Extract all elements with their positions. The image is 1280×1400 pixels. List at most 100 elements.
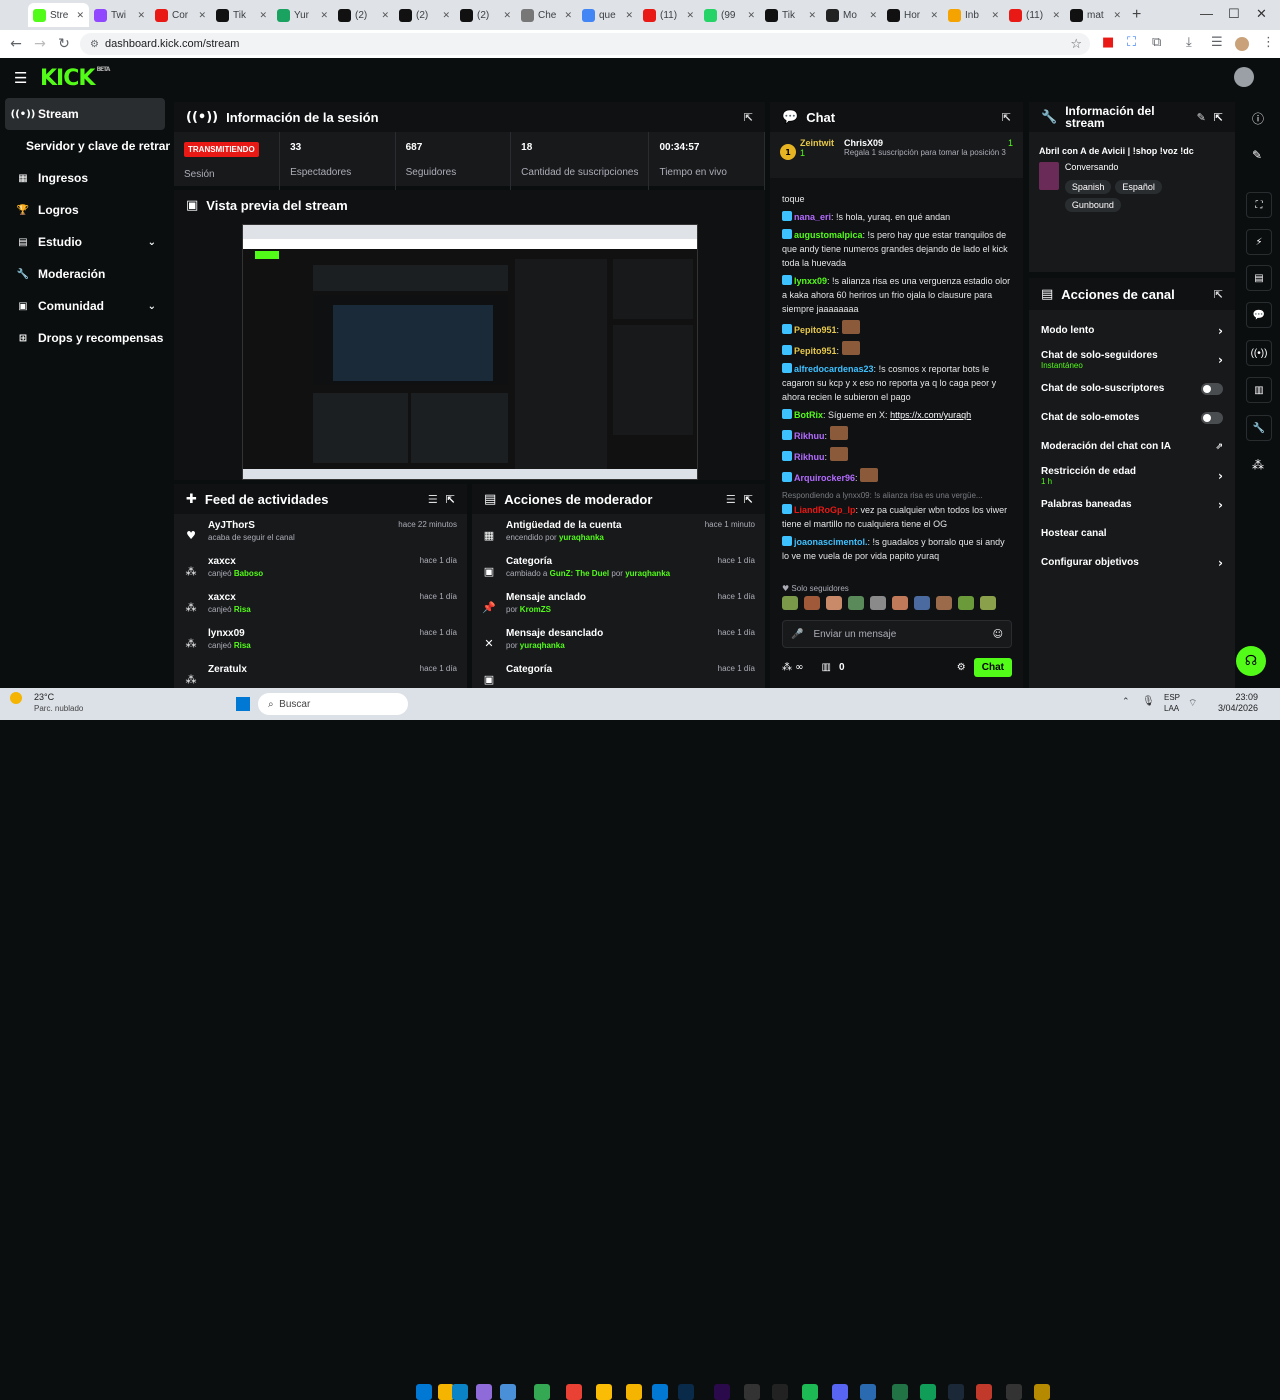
chat-message[interactable]: joaonascimentol.: !s guadalos y borralo …	[770, 533, 1023, 565]
help-headset-icon[interactable]: ☊	[1236, 646, 1266, 676]
network-icon[interactable]: ⌔	[1188, 697, 1197, 710]
browser-tab[interactable]: (2) ✕	[333, 3, 394, 27]
tab-close-icon[interactable]: ✕	[76, 10, 84, 21]
chat-username[interactable]: BotRix	[794, 410, 823, 420]
obs-icon[interactable]	[744, 1384, 760, 1400]
tab-close-icon[interactable]: ✕	[503, 10, 511, 21]
browser-tab[interactable]: que ✕	[577, 3, 638, 27]
tab-close-icon[interactable]: ✕	[442, 10, 450, 21]
browser-tab[interactable]: (11) ✕	[638, 3, 699, 27]
chat-message[interactable]: nana_eri: !s hola, yuraq. en qué andan	[770, 208, 1023, 226]
toggle-switch[interactable]	[1201, 411, 1223, 424]
sidebar-item[interactable]: ▣ Comunidad ⌄	[0, 290, 170, 322]
chrome-icon[interactable]	[534, 1384, 550, 1400]
tab-close-icon[interactable]: ✕	[320, 10, 328, 21]
chat-username[interactable]: Arquirocker96	[794, 473, 855, 483]
app-icon[interactable]	[772, 1384, 788, 1400]
stream-tag[interactable]: Spanish	[1064, 180, 1112, 194]
chevron-right-icon[interactable]: ›	[1218, 353, 1223, 367]
notepad-icon[interactable]	[500, 1384, 516, 1400]
microphone-icon[interactable]: 🎤	[791, 629, 803, 640]
send-chat-button[interactable]: Chat	[973, 657, 1012, 677]
translate-icon[interactable]: ⛶	[1127, 35, 1136, 50]
tab-close-icon[interactable]: ✕	[991, 10, 999, 21]
tab-close-icon[interactable]: ✕	[747, 10, 755, 21]
activity-user[interactable]: xaxcx	[208, 592, 251, 603]
taskbar-search[interactable]: ⌕ Buscar	[258, 693, 408, 715]
photoshop-icon[interactable]	[678, 1384, 694, 1400]
browser-tab[interactable]: (11) ✕	[1004, 3, 1065, 27]
back-icon[interactable]: ←	[4, 36, 28, 52]
tray-chevron-icon[interactable]: ⌃	[1122, 697, 1130, 707]
extensions-icon[interactable]: ⧉	[1152, 35, 1161, 50]
toggle-switch[interactable]	[1201, 382, 1223, 395]
headset-icon[interactable]	[976, 1384, 992, 1400]
chat-username[interactable]: nana_eri	[794, 212, 831, 222]
bookmark-star-icon[interactable]: ☆	[1070, 37, 1082, 52]
chevron-down-icon[interactable]: ⌄	[148, 301, 156, 312]
channel-action-row[interactable]: Restricción de edad 1 h ›	[1029, 461, 1235, 490]
mod-action-row[interactable]: ✕ Mensaje desanclado por yuraqhanka hace 1 …	[472, 622, 765, 658]
stream-preview-video[interactable]	[242, 224, 698, 480]
stream-tag[interactable]: Español	[1115, 180, 1162, 194]
spotify-icon[interactable]	[802, 1384, 818, 1400]
browser-tab[interactable]: Che ✕	[516, 3, 577, 27]
hamburger-menu-icon[interactable]: ☰	[14, 69, 27, 87]
browser-tab[interactable]: Inb ✕	[943, 3, 1004, 27]
notes-icon[interactable]	[860, 1384, 876, 1400]
mod-action-row[interactable]: 📌 Mensaje anclado por KromZS hace 1 día	[472, 586, 765, 622]
chevron-right-icon[interactable]: ›	[1218, 498, 1223, 512]
activity-row[interactable]: ⁂ xaxcx canjeó Risa hace 1 día	[174, 586, 467, 622]
tab-close-icon[interactable]: ✕	[259, 10, 267, 21]
browser-tab[interactable]: Cor ✕	[150, 3, 211, 27]
profile-avatar[interactable]	[1235, 37, 1249, 51]
activity-row[interactable]: ⁂ lynxx09 canjeó Risa hace 1 día	[174, 622, 467, 658]
rail-broadcast-icon[interactable]: ((•))	[1246, 340, 1272, 366]
chevron-down-icon[interactable]: ⌄	[148, 237, 156, 248]
store-icon[interactable]: ▥	[822, 662, 831, 673]
sidebar-item[interactable]: 🔧 Moderación	[0, 258, 170, 290]
emote-icon[interactable]	[936, 596, 952, 610]
chevron-right-icon[interactable]: ›	[1218, 324, 1223, 338]
chat-username[interactable]: Rikhuu	[794, 452, 825, 462]
emote-bar[interactable]	[782, 596, 1012, 612]
chat-message[interactable]: toque	[770, 190, 1023, 208]
forward-icon[interactable]: →	[28, 36, 52, 52]
activity-user[interactable]: Zeratulx	[208, 664, 247, 675]
rail-expand-icon[interactable]: ⛶	[1246, 192, 1272, 218]
app3-icon[interactable]	[1034, 1384, 1050, 1400]
minimize-icon[interactable]: —	[1200, 6, 1213, 21]
emote-icon[interactable]	[914, 596, 930, 610]
chat-username[interactable]: lynxx09	[794, 276, 827, 286]
channel-action-row[interactable]: Moderación del chat con IA ⇗	[1029, 432, 1235, 461]
tab-close-icon[interactable]: ✕	[137, 10, 145, 21]
chat-username[interactable]: Rikhuu	[794, 431, 825, 441]
emote-icon[interactable]	[870, 596, 886, 610]
sidebar-item[interactable]: ▤ Estudio ⌄	[0, 226, 170, 258]
tab-close-icon[interactable]: ✕	[198, 10, 206, 21]
chat-link[interactable]: https://x.com/yuraqh	[890, 410, 971, 420]
stream-tag[interactable]: Gunbound	[1064, 198, 1121, 212]
download-icon[interactable]: ⤓	[1186, 35, 1192, 50]
chat-message[interactable]: Pepito951:	[770, 318, 1023, 339]
chat-username[interactable]: alfredocardenas23	[794, 364, 874, 374]
chat-message[interactable]: BotRix: Sígueme en X: https://x.com/yura…	[770, 406, 1023, 424]
channel-action-row[interactable]: Configurar objetivos ›	[1029, 548, 1235, 577]
popout-icon[interactable]: ⇱	[446, 493, 455, 506]
chat-message[interactable]: lynxx09: !s alianza risa es una verguenz…	[770, 272, 1023, 318]
chrome-profile-icon[interactable]	[566, 1384, 582, 1400]
sidebar-item[interactable]: Servidor y clave de retransmisión	[0, 130, 170, 162]
tab-close-icon[interactable]: ✕	[808, 10, 816, 21]
channel-action-row[interactable]: Chat de solo-suscriptores	[1029, 374, 1235, 403]
edit-pencil-icon[interactable]: ✎	[1197, 111, 1206, 124]
sheets-icon[interactable]	[920, 1384, 936, 1400]
browser-tab[interactable]: (99 ✕	[699, 3, 760, 27]
tab-close-icon[interactable]: ✕	[1113, 10, 1121, 21]
channel-action-row[interactable]: Chat de solo-emotes	[1029, 403, 1235, 432]
outlook-icon[interactable]	[652, 1384, 668, 1400]
premiere-icon[interactable]	[714, 1384, 730, 1400]
emote-icon[interactable]	[804, 596, 820, 610]
browser-tab[interactable]: (2) ✕	[394, 3, 455, 27]
filter-icon[interactable]: ☰	[428, 493, 438, 506]
tab-close-icon[interactable]: ✕	[1052, 10, 1060, 21]
